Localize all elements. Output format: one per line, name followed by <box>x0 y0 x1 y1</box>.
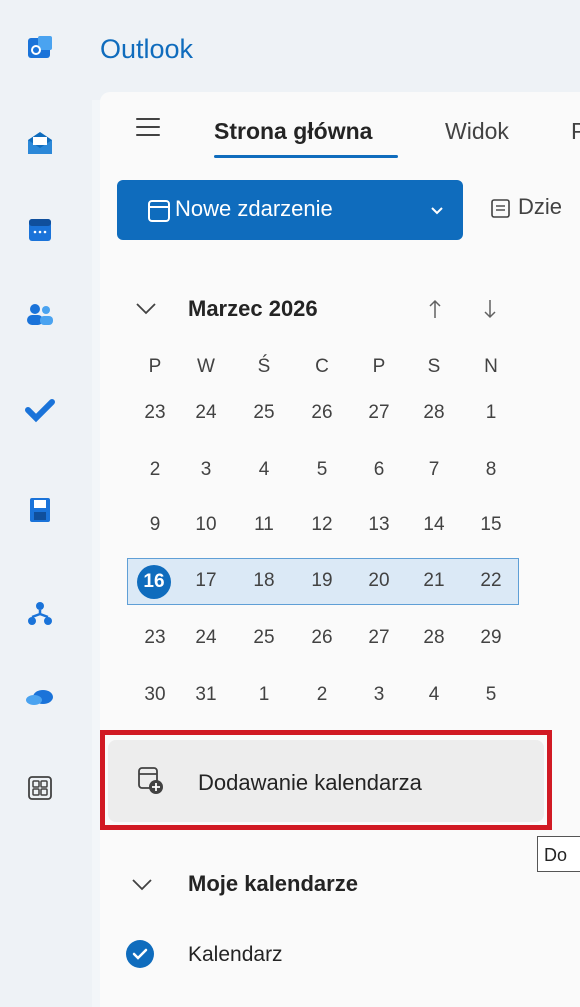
calendar-day[interactable]: 1 <box>240 684 288 706</box>
calendar-day[interactable]: 11 <box>240 514 288 536</box>
arrow-up-icon[interactable] <box>427 298 443 320</box>
tab-home[interactable]: Strona główna <box>214 118 372 145</box>
calendar-day[interactable]: 17 <box>182 570 230 592</box>
calendar-day[interactable]: 2 <box>131 459 179 481</box>
calendar-checkbox[interactable] <box>126 940 154 968</box>
weekday-label: P <box>372 356 386 377</box>
month-label[interactable]: Marzec 2026 <box>188 296 318 322</box>
calendar-day[interactable]: 7 <box>410 459 458 481</box>
calendar-day[interactable]: 26 <box>298 402 346 424</box>
calendar-day[interactable]: 22 <box>467 570 515 592</box>
files-icon[interactable] <box>20 490 60 530</box>
calendar-day[interactable]: 13 <box>355 514 403 536</box>
calendar-day[interactable]: 2 <box>298 684 346 706</box>
calendar-day[interactable]: 14 <box>410 514 458 536</box>
calendar-day[interactable]: 3 <box>355 684 403 706</box>
tooltip: Do <box>537 836 580 872</box>
calendar-day[interactable]: 1 <box>467 402 515 424</box>
weekday-label: N <box>484 356 498 377</box>
calendar-day[interactable]: 25 <box>240 627 288 649</box>
collapse-chevron-icon[interactable] <box>130 876 154 892</box>
calendar-day[interactable]: 19 <box>298 570 346 592</box>
new-event-label: Nowe zdarzenie <box>175 196 333 221</box>
checkmark-icon <box>132 948 148 960</box>
today-marker[interactable]: 16 <box>137 565 171 599</box>
tab-partial[interactable]: P <box>571 118 580 145</box>
calendar-day[interactable]: 3 <box>182 459 230 481</box>
calendar-add-icon <box>148 200 170 222</box>
calendar-day[interactable]: 10 <box>182 514 230 536</box>
calendar-item-label[interactable]: Kalendarz <box>188 943 283 967</box>
onedrive-icon[interactable] <box>20 676 60 716</box>
mail-icon[interactable] <box>20 124 60 164</box>
collapse-chevron-icon[interactable] <box>134 300 158 316</box>
hamburger-menu-icon[interactable] <box>136 118 160 138</box>
calendar-day[interactable]: 27 <box>355 627 403 649</box>
calendar-day[interactable]: 31 <box>182 684 230 706</box>
calendar-day[interactable]: 21 <box>410 570 458 592</box>
calendar-day[interactable]: 24 <box>182 402 230 424</box>
calendar-day[interactable]: 23 <box>131 402 179 424</box>
people-icon[interactable] <box>20 294 60 334</box>
active-tab-indicator <box>214 155 398 158</box>
calendar-day[interactable]: 5 <box>298 459 346 481</box>
calendar-day[interactable]: 6 <box>355 459 403 481</box>
tab-view[interactable]: Widok <box>445 118 509 145</box>
calendar-day[interactable]: 4 <box>410 684 458 706</box>
weekday-label: Ś <box>257 356 271 377</box>
calendar-day[interactable]: 27 <box>355 402 403 424</box>
weekday-label: C <box>315 356 329 377</box>
calendar-day[interactable]: 25 <box>240 402 288 424</box>
calendar-day[interactable]: 23 <box>131 627 179 649</box>
calendar-icon[interactable] <box>20 210 60 250</box>
arrow-down-icon[interactable] <box>482 298 498 320</box>
apps-icon[interactable] <box>20 768 60 808</box>
calendar-day[interactable]: 5 <box>467 684 515 706</box>
calendar-day[interactable]: 30 <box>131 684 179 706</box>
outlook-icon[interactable] <box>20 28 60 68</box>
calendar-day[interactable]: 15 <box>467 514 515 536</box>
calendar-day[interactable]: 28 <box>410 627 458 649</box>
new-event-button[interactable]: Nowe zdarzenie <box>117 180 463 240</box>
my-calendars-header[interactable]: Moje kalendarze <box>188 871 358 897</box>
day-view-icon <box>491 199 510 218</box>
weekday-label: S <box>427 356 441 377</box>
calendar-day[interactable]: 24 <box>182 627 230 649</box>
chevron-down-icon[interactable] <box>429 202 445 218</box>
highlight-box <box>100 730 552 830</box>
org-icon[interactable] <box>20 594 60 634</box>
weekday-label: W <box>197 356 215 377</box>
day-view-button[interactable]: Dzie <box>518 194 562 220</box>
weekday-label: P <box>148 356 162 377</box>
calendar-day[interactable]: 4 <box>240 459 288 481</box>
app-title: Outlook <box>100 34 194 64</box>
calendar-day[interactable]: 26 <box>298 627 346 649</box>
todo-icon[interactable] <box>20 390 60 430</box>
calendar-day[interactable]: 29 <box>467 627 515 649</box>
calendar-day[interactable]: 8 <box>467 459 515 481</box>
calendar-day[interactable]: 20 <box>355 570 403 592</box>
calendar-day[interactable]: 9 <box>131 514 179 536</box>
calendar-day[interactable]: 12 <box>298 514 346 536</box>
calendar-day[interactable]: 28 <box>410 402 458 424</box>
calendar-day[interactable]: 18 <box>240 570 288 592</box>
